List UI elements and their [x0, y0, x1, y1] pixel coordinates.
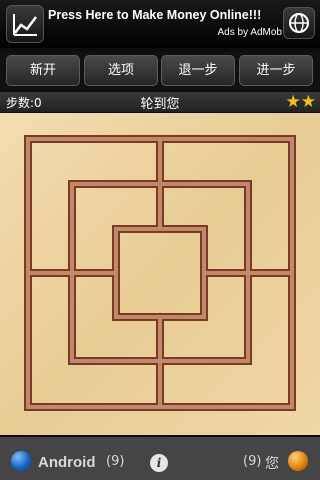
redo-button[interactable]: 进一步 [239, 55, 313, 86]
options-button[interactable]: 选项 [84, 55, 158, 86]
chart-line-icon[interactable] [6, 5, 44, 43]
toolbar: 新开 选项 退一步 进一步 [0, 52, 320, 90]
star-icon: ★ [300, 92, 316, 112]
status-bar: 步数:0 轮到您 ★★ [0, 92, 320, 112]
difficulty-stars: ★★ [286, 92, 317, 112]
globe-icon[interactable] [283, 7, 315, 39]
player2-count: (9) [243, 454, 262, 469]
ad-banner[interactable]: Press Here to Make Money Online!!! Ads b… [0, 0, 320, 48]
undo-button[interactable]: 退一步 [161, 55, 235, 86]
new-game-button[interactable]: 新开 [6, 55, 80, 86]
player2-name: 您 [265, 456, 279, 472]
ad-attribution: Ads by AdMob [217, 27, 282, 38]
star-icon: ★ [285, 92, 301, 112]
player1-name: Android [38, 454, 96, 471]
info-icon[interactable]: i [150, 454, 168, 472]
player2-piece-icon [288, 451, 308, 471]
player1-piece-icon [11, 451, 31, 471]
game-board[interactable] [0, 113, 320, 435]
ad-headline[interactable]: Press Here to Make Money Online!!! [48, 8, 276, 22]
turn-indicator: 轮到您 [140, 97, 180, 112]
player1-count: (9) [106, 454, 125, 469]
player-bar: Android (9) i (9) 您 [0, 437, 320, 480]
